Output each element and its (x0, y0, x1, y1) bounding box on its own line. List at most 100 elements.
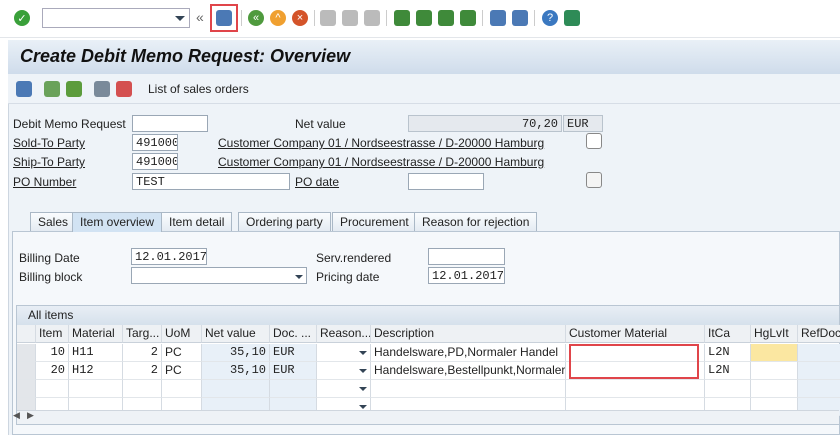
first-page-icon[interactable] (394, 10, 410, 26)
horizontal-scrollbar[interactable]: ◀ ▶ (13, 410, 839, 424)
collapse-icon[interactable]: « (196, 9, 204, 25)
cell-net-value: 35,10 (202, 344, 270, 362)
tab-ordering-party[interactable]: Ordering party (238, 212, 331, 231)
chevron-down-icon[interactable] (295, 275, 303, 279)
ship-to-input[interactable]: 491000 (132, 153, 178, 170)
po-details-icon[interactable] (586, 172, 602, 188)
sold-to-input[interactable]: 491000 (132, 134, 178, 151)
list-of-sales-orders-button[interactable]: List of sales orders (148, 82, 249, 96)
cell-higher-level-item[interactable] (751, 380, 798, 398)
cell-ref-doc (798, 344, 840, 362)
chevron-down-icon[interactable] (359, 351, 367, 355)
cell-customer-material[interactable] (566, 380, 705, 398)
command-field[interactable] (42, 8, 190, 28)
row-selector[interactable] (17, 344, 36, 362)
find-icon[interactable] (342, 10, 358, 26)
separator (241, 10, 242, 26)
cell-reason[interactable] (317, 344, 371, 362)
header-icon[interactable] (44, 81, 60, 97)
cell-target-qty[interactable]: 2 (123, 344, 162, 362)
column-header-uom[interactable]: UoM (162, 325, 202, 343)
separator (314, 10, 315, 26)
billing-date-input[interactable]: 12.01.2017 (131, 248, 207, 265)
cell-reason[interactable] (317, 362, 371, 380)
cell-net-value: 35,10 (202, 362, 270, 380)
separator (534, 10, 535, 26)
tab-sales[interactable]: Sales (30, 212, 77, 231)
cell-material[interactable] (69, 380, 123, 398)
cell-item: 20 (36, 362, 69, 380)
tab-item-overview[interactable]: Item overview (72, 212, 163, 232)
enter-icon[interactable]: ✓ (14, 10, 30, 26)
cell-target-qty[interactable] (123, 380, 162, 398)
partner-icon[interactable] (66, 81, 82, 97)
cell-higher-level-item[interactable] (751, 344, 798, 362)
column-header-material[interactable]: Material (69, 325, 123, 343)
column-header-item-category[interactable]: ItCa (705, 325, 751, 343)
separator (386, 10, 387, 26)
help-icon[interactable]: ? (542, 10, 558, 26)
cell-doc-currency: EUR (270, 362, 317, 380)
chevron-down-icon[interactable] (359, 405, 367, 409)
column-header-net-value[interactable]: Net value (202, 325, 270, 343)
po-date-input[interactable] (408, 173, 484, 190)
prev-page-icon[interactable] (416, 10, 432, 26)
new-session-icon[interactable] (490, 10, 506, 26)
scroll-right-icon[interactable]: ▶ (27, 410, 34, 421)
tab-procurement[interactable]: Procurement (332, 212, 417, 231)
cancel-icon[interactable]: × (292, 10, 308, 26)
net-value-field: 70,20 (408, 115, 562, 132)
column-header-doc-currency[interactable]: Doc. ... (270, 325, 317, 343)
ship-to-description: Customer Company 01 / Nordseestrasse / D… (218, 155, 545, 169)
cell-item-category: L2N (705, 344, 751, 362)
tab-reason-for-rejection[interactable]: Reason for rejection (414, 212, 538, 231)
display-doc-icon[interactable] (16, 81, 32, 97)
cell-description: Handelsware,Bestellpunkt,Normaler H... (371, 362, 566, 380)
status-icon[interactable] (94, 81, 110, 97)
last-page-icon[interactable] (460, 10, 476, 26)
cell-reason[interactable] (317, 380, 371, 398)
select-all-cell[interactable] (17, 325, 36, 343)
shortcut-icon[interactable] (512, 10, 528, 26)
cell-higher-level-item[interactable] (751, 362, 798, 380)
chevron-down-icon[interactable] (175, 16, 185, 21)
next-page-icon[interactable] (438, 10, 454, 26)
serv-rendered-input[interactable] (428, 248, 505, 265)
column-header-higher-level-item[interactable]: HgLvIt (751, 325, 798, 343)
row-selector[interactable] (17, 380, 36, 398)
chevron-down-icon[interactable] (359, 387, 367, 391)
exit-icon[interactable]: ^ (270, 10, 286, 26)
back-icon[interactable]: « (248, 10, 264, 26)
column-header-customer-material[interactable]: Customer Material (566, 325, 705, 343)
po-number-input[interactable]: TEST (132, 173, 290, 190)
column-header-description[interactable]: Description (371, 325, 566, 343)
cell-ref-doc (798, 362, 840, 380)
cell-item: 10 (36, 344, 69, 362)
scroll-left-icon[interactable]: ◀ (13, 410, 20, 421)
cell-net-value (202, 380, 270, 398)
column-header-item[interactable]: Item (36, 325, 69, 343)
pricing-date-label: Pricing date (316, 270, 380, 284)
billing-block-select[interactable] (131, 267, 307, 284)
cell-description: Handelsware,PD,Normaler Handel (371, 344, 566, 362)
column-header-target-qty[interactable]: Targ... (123, 325, 162, 343)
find-next-icon[interactable] (364, 10, 380, 26)
chevron-down-icon[interactable] (359, 369, 367, 373)
cell-material[interactable]: H12 (69, 362, 123, 380)
debit-memo-input[interactable] (132, 115, 208, 132)
cell-uom (162, 380, 202, 398)
cell-target-qty[interactable]: 2 (123, 362, 162, 380)
customize-icon[interactable] (564, 10, 580, 26)
serv-rendered-label: Serv.rendered (316, 251, 392, 265)
cell-uom: PC (162, 344, 202, 362)
print-icon[interactable] (320, 10, 336, 26)
tab-item-detail[interactable]: Item detail (161, 212, 233, 231)
column-header-reason[interactable]: Reason... (317, 325, 371, 343)
row-selector[interactable] (17, 362, 36, 380)
reject-icon[interactable] (116, 81, 132, 97)
pricing-date-input[interactable]: 12.01.2017 (428, 267, 505, 284)
column-header-ref-doc[interactable]: RefDoc (798, 325, 840, 343)
document-icon[interactable] (586, 133, 602, 149)
cell-material[interactable]: H11 (69, 344, 123, 362)
items-table: All items Item Material Targ... UoM Net valu… (13, 305, 840, 425)
